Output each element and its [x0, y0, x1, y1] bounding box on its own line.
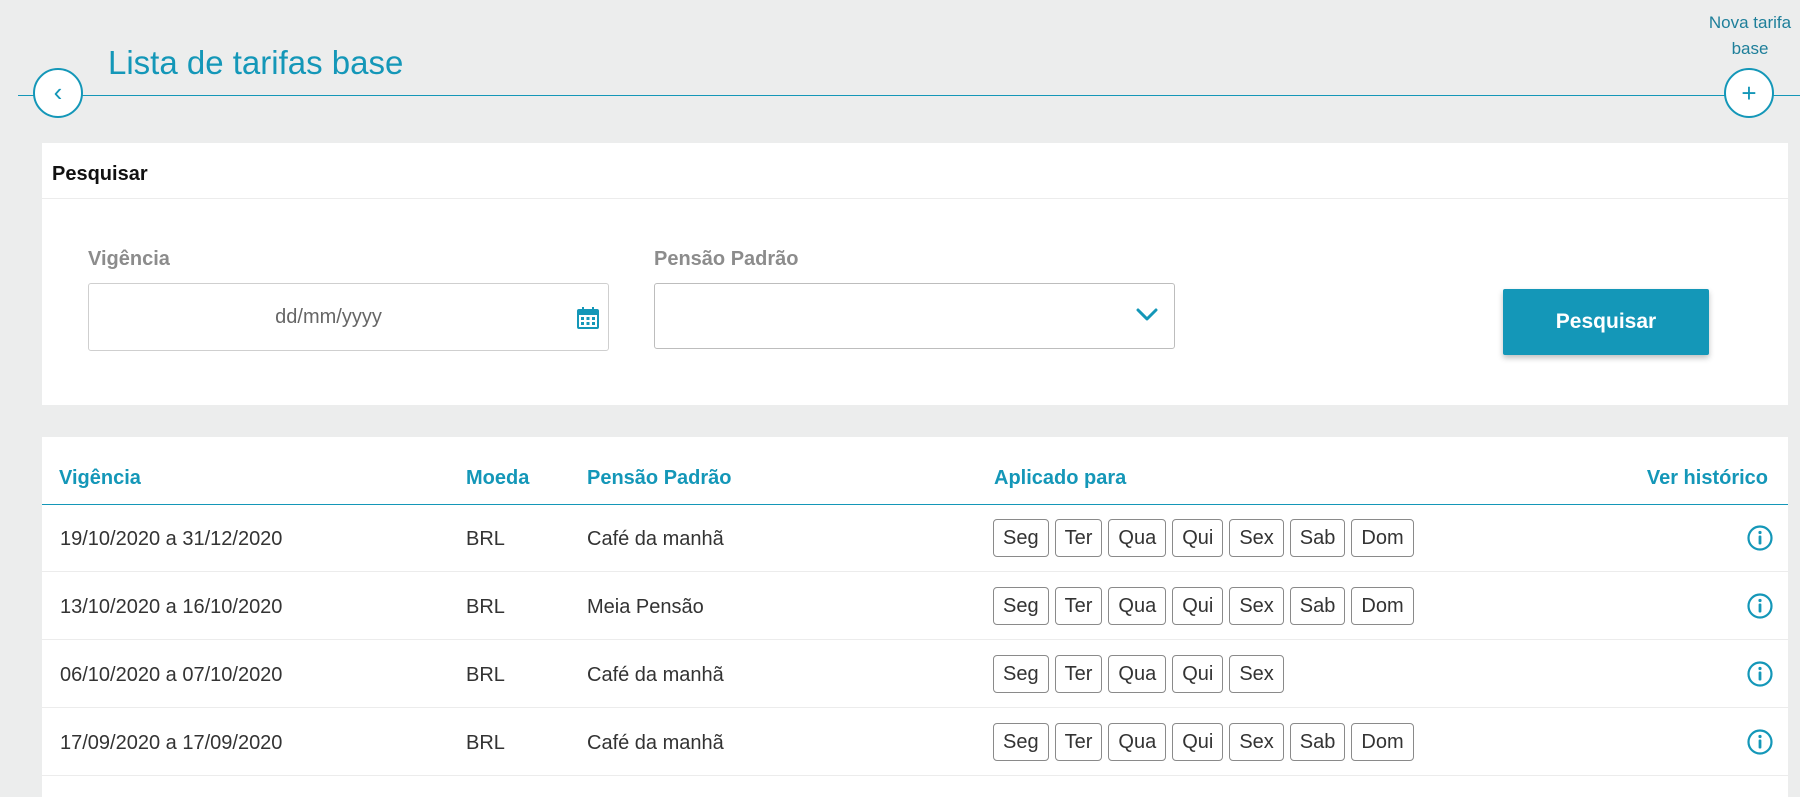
new-rate-label: Nova tarifa base: [1708, 13, 1792, 58]
day-chip: Qua: [1108, 723, 1167, 761]
history-info-icon[interactable]: [1747, 525, 1773, 551]
pensao-label: Pensão Padrão: [654, 248, 799, 270]
search-panel-title: Pesquisar: [52, 163, 148, 185]
chevron-left-icon: ‹: [53, 76, 63, 107]
pensao-select[interactable]: [654, 283, 1175, 349]
day-chip: Sex: [1229, 723, 1284, 761]
history-info-icon[interactable]: [1747, 729, 1773, 755]
rates-table: Vigência Moeda Pensão Padrão Aplicado pa…: [42, 437, 1788, 797]
search-panel: Pesquisar Vigência dd/mm/yyyy Pensão Pad…: [42, 143, 1788, 405]
day-chip: Dom: [1351, 723, 1414, 761]
day-chip: Qui: [1172, 655, 1224, 693]
day-chip: Seg: [993, 587, 1049, 625]
table-row: 06/10/2020 a 07/10/2020 BRL Café da manhã S…: [42, 641, 1788, 708]
day-chip: Seg: [993, 723, 1049, 761]
table-row: 13/10/2020 a 16/10/2020 BRL Meia Pensão Seg…: [42, 573, 1788, 640]
header-divider: [18, 95, 1800, 96]
row-pensao: Café da manhã: [587, 732, 724, 754]
back-button[interactable]: ‹: [33, 68, 83, 118]
day-chip: Sex: [1229, 655, 1284, 693]
page-title: Lista de tarifas base: [108, 44, 404, 81]
row-divider: [42, 775, 1788, 776]
day-chip: Dom: [1351, 587, 1414, 625]
row-moeda: BRL: [466, 596, 505, 618]
search-button[interactable]: Pesquisar: [1503, 289, 1709, 355]
day-chip: Qua: [1108, 519, 1167, 557]
row-vigencia: 13/10/2020 a 16/10/2020: [60, 596, 283, 618]
row-moeda: BRL: [466, 528, 505, 550]
row-vigencia: 06/10/2020 a 07/10/2020: [60, 664, 283, 686]
day-chip: Ter: [1054, 655, 1103, 693]
row-divider: [42, 639, 1788, 640]
day-chip: Qua: [1108, 655, 1167, 693]
row-pensao: Café da manhã: [587, 528, 724, 550]
day-chip: Seg: [993, 519, 1049, 557]
row-days: Seg Ter Qua Qui Sex Sab Dom: [993, 723, 1414, 761]
row-vigencia: 19/10/2020 a 31/12/2020: [60, 528, 283, 550]
day-chip: Sab: [1289, 723, 1346, 761]
row-divider: [42, 707, 1788, 708]
row-days: Seg Ter Qua Qui Sex: [993, 655, 1284, 693]
day-chip: Sab: [1289, 519, 1346, 557]
row-divider: [42, 571, 1788, 572]
row-moeda: BRL: [466, 664, 505, 686]
row-pensao: Meia Pensão: [587, 596, 704, 618]
day-chip: Sex: [1229, 519, 1284, 557]
day-chip: Qui: [1172, 723, 1224, 761]
plus-icon: +: [1741, 78, 1757, 108]
add-rate-button[interactable]: +: [1724, 68, 1774, 118]
row-days: Seg Ter Qua Qui Sex Sab Dom: [993, 519, 1414, 557]
day-chip: Sex: [1229, 587, 1284, 625]
history-info-icon[interactable]: [1747, 593, 1773, 619]
day-chip: Qui: [1172, 519, 1224, 557]
day-chip: Dom: [1351, 519, 1414, 557]
header-historico: Ver histórico: [1646, 467, 1768, 489]
day-chip: Ter: [1054, 519, 1103, 557]
day-chip: Ter: [1054, 587, 1103, 625]
header-moeda[interactable]: Moeda: [466, 467, 529, 490]
row-pensao: Café da manhã: [587, 664, 724, 686]
chevron-down-icon: [1136, 308, 1158, 321]
day-chip: Seg: [993, 655, 1049, 693]
header-vigencia[interactable]: Vigência: [59, 467, 141, 490]
calendar-icon[interactable]: [576, 306, 600, 330]
day-chip: Sab: [1289, 587, 1346, 625]
vigencia-label: Vigência: [88, 248, 170, 270]
header-aplicado: Aplicado para: [994, 467, 1127, 489]
row-days: Seg Ter Qua Qui Sex Sab Dom: [993, 587, 1414, 625]
search-panel-divider: [42, 198, 1788, 199]
day-chip: Qui: [1172, 587, 1224, 625]
row-vigencia: 17/09/2020 a 17/09/2020: [60, 732, 283, 754]
day-chip: Ter: [1054, 723, 1103, 761]
header-pensao[interactable]: Pensão Padrão: [587, 467, 732, 490]
table-row: 17/09/2020 a 17/09/2020 BRL Café da manhã S…: [42, 709, 1788, 776]
history-info-icon[interactable]: [1747, 661, 1773, 687]
date-placeholder: dd/mm/yyyy: [275, 305, 382, 328]
vigencia-date-input[interactable]: dd/mm/yyyy: [88, 283, 609, 351]
day-chip: Qua: [1108, 587, 1167, 625]
table-row: 19/10/2020 a 31/12/2020 BRL Café da manhã S…: [42, 505, 1788, 572]
row-moeda: BRL: [466, 732, 505, 754]
